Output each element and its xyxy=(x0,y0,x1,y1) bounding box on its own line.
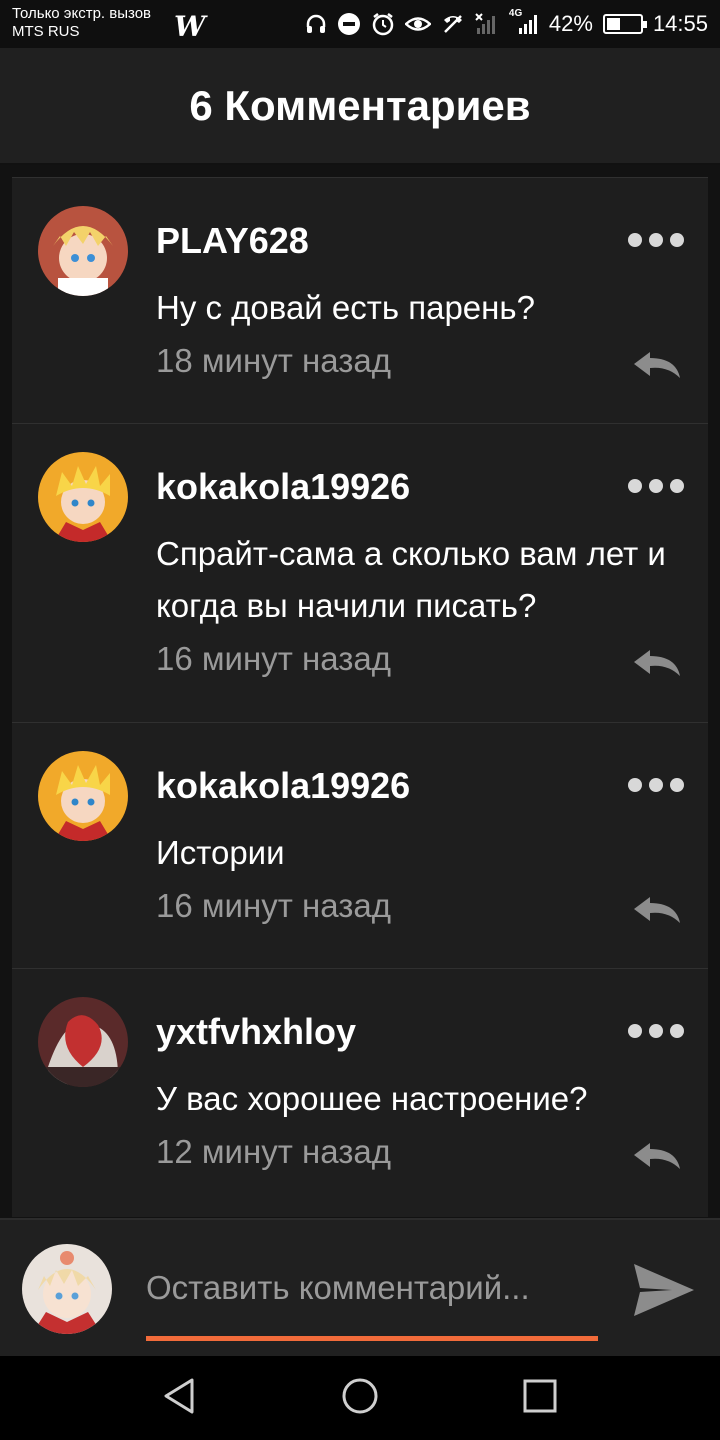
network-type: 4G xyxy=(508,8,523,19)
carrier-line2: MTS RUS xyxy=(12,23,80,40)
more-options-icon[interactable] xyxy=(628,778,684,792)
eye-icon xyxy=(404,13,431,35)
comment-username[interactable]: kokakola19926 xyxy=(156,765,410,807)
comment-time: 18 минут назад xyxy=(156,342,391,379)
status-icons: 4G 42% 14:55 xyxy=(305,8,708,39)
send-icon[interactable] xyxy=(632,1262,696,1318)
more-options-icon[interactable] xyxy=(628,1024,684,1038)
comment-username[interactable]: PLAY628 xyxy=(156,220,309,262)
dnd-icon xyxy=(337,12,361,36)
recents-icon[interactable] xyxy=(520,1376,560,1416)
comment-item: PLAY628 Ну с довай есть парень? 18 минут… xyxy=(12,177,708,423)
comment-text: Ну с довай есть парень? xyxy=(156,289,535,326)
reply-icon[interactable] xyxy=(632,648,682,678)
app-logo-icon: W xyxy=(174,10,206,43)
system-nav-bar xyxy=(0,1356,720,1440)
status-bar: Только экстр. вызов MTS RUS W 4G 42% 14:… xyxy=(0,0,720,48)
comment-input[interactable] xyxy=(146,1260,598,1316)
comment-composer xyxy=(0,1218,720,1356)
headphones-icon xyxy=(305,13,327,35)
avatar[interactable] xyxy=(38,751,128,841)
more-options-icon[interactable] xyxy=(628,479,684,493)
avatar[interactable] xyxy=(38,997,128,1087)
battery-percent: 42% xyxy=(548,11,593,36)
comment-time: 12 минут назад xyxy=(156,1133,391,1170)
comment-text: Истории xyxy=(156,834,285,871)
reply-icon[interactable] xyxy=(632,895,682,925)
comment-item: kokakola19926 Истории 16 минут назад xyxy=(12,722,708,968)
signal-x-icon xyxy=(475,12,499,36)
comments-list[interactable]: PLAY628 Ну с довай есть парень? 18 минут… xyxy=(12,177,708,1217)
comment-username[interactable]: kokakola19926 xyxy=(156,466,410,508)
signal-icon: 4G xyxy=(509,8,539,36)
reply-icon[interactable] xyxy=(632,350,682,380)
comment-item: yxtfvhxhloy У вас хорошее настроение? 12… xyxy=(12,968,708,1214)
page-title: 6 Комментариев xyxy=(189,81,531,129)
battery-icon xyxy=(602,14,647,34)
alarm-icon xyxy=(371,12,395,36)
avatar[interactable] xyxy=(38,452,128,542)
my-avatar xyxy=(22,1244,112,1334)
carrier-line1: Только экстр. вызов xyxy=(12,5,152,22)
carrier-info: Только экстр. вызов MTS RUS xyxy=(12,5,151,41)
comment-username[interactable]: yxtfvhxhloy xyxy=(156,1011,356,1053)
comment-item: kokakola19926 Спрайт-сама а сколько вам … xyxy=(12,423,708,722)
avatar[interactable] xyxy=(38,206,128,296)
input-underline xyxy=(146,1336,598,1341)
reply-icon[interactable] xyxy=(632,1141,682,1171)
back-icon[interactable] xyxy=(160,1376,200,1416)
clock: 14:55 xyxy=(652,11,708,36)
more-options-icon[interactable] xyxy=(628,233,684,247)
comment-time: 16 минут назад xyxy=(156,887,391,924)
comment-time: 16 минут назад xyxy=(156,640,391,677)
comments-header: 6 Комментариев xyxy=(0,48,720,165)
battery-fill xyxy=(606,18,620,30)
comment-text: У вас хорошее настроение? xyxy=(156,1080,588,1117)
home-icon[interactable] xyxy=(340,1376,380,1416)
no-call-icon xyxy=(441,12,465,36)
comment-text: Спрайт-сама а сколько вам лет и когда вы… xyxy=(156,535,666,624)
